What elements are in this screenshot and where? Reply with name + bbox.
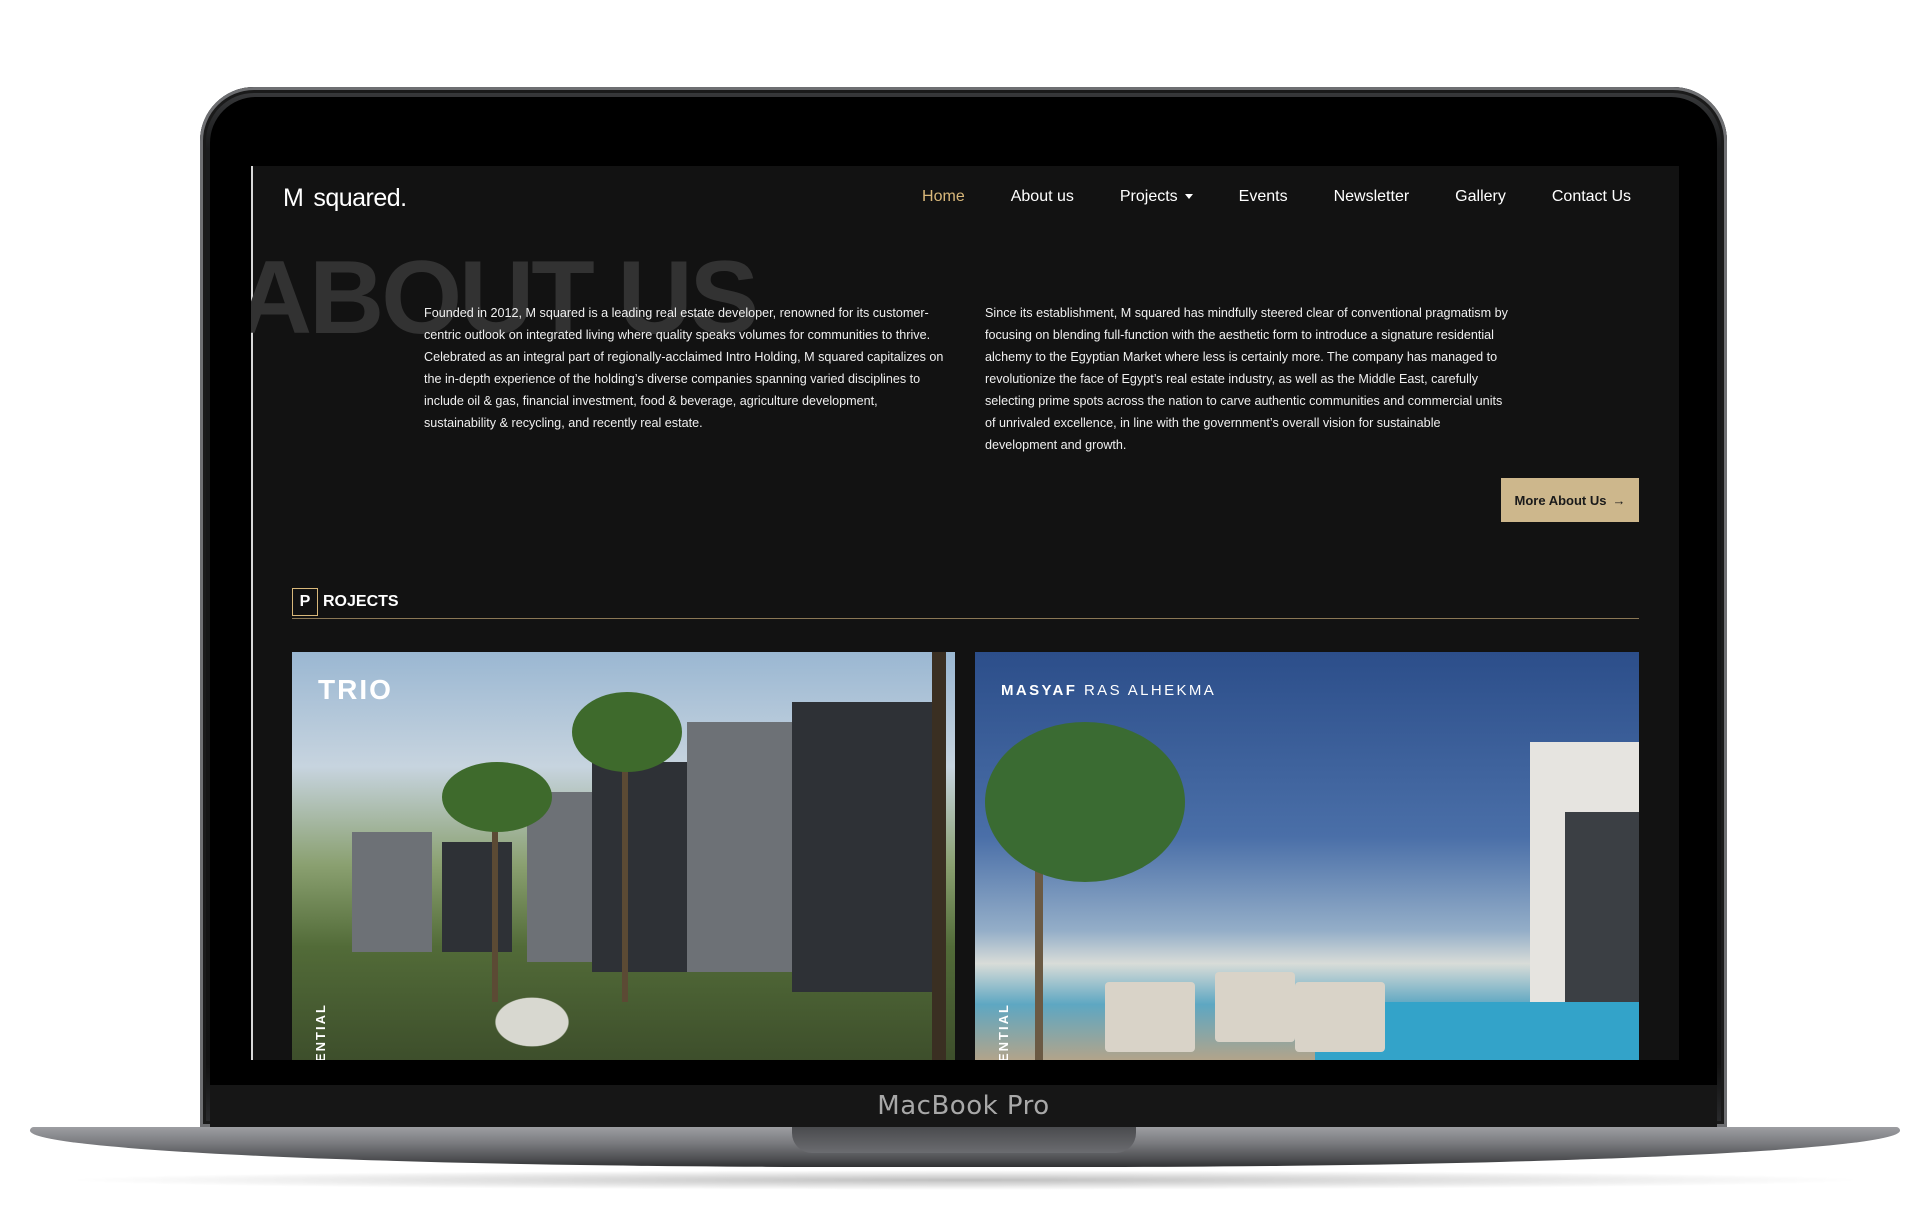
lounge-chair (1295, 982, 1385, 1052)
projects-label: ROJECTS (323, 593, 399, 610)
chevron-down-icon (1184, 194, 1193, 200)
device-label: MacBook Pro (877, 1091, 1050, 1121)
nav-events[interactable]: Events (1239, 188, 1288, 206)
main-nav: Home About us Projects Events Newsletter… (922, 188, 1631, 206)
masyaf-title-light: RAS ALHEKMA (1083, 682, 1217, 699)
palm-crown (442, 762, 552, 832)
project-card-masyaf[interactable]: MASYAF RAS ALHEKMA ENTIAL (975, 652, 1639, 1060)
projects-letter-box: P (292, 588, 318, 616)
laptop-notch (792, 1127, 1136, 1153)
about-paragraph-left: Founded in 2012, M squared is a leading … (424, 306, 944, 430)
tree-crown (985, 722, 1185, 882)
lounge-chair (1105, 982, 1195, 1052)
palm-crown (572, 692, 682, 772)
nav-home[interactable]: Home (922, 188, 965, 206)
trio-title: TRIO (318, 674, 393, 705)
arrow-right-icon: → (1612, 492, 1626, 508)
palm-trunk (492, 802, 498, 1002)
logo-m: M (283, 184, 304, 212)
masyaf-vertical-label: ENTIAL (996, 1003, 1011, 1060)
laptop-chin: MacBook Pro (210, 1085, 1717, 1127)
building-shape (792, 702, 932, 992)
project-card-trio[interactable]: TRIO ENTIAL (292, 652, 955, 1060)
nav-about-us[interactable]: About us (1011, 188, 1074, 206)
trio-vertical-label: ENTIAL (313, 1003, 328, 1060)
website-screen: Msquared. Home About us Projects Events … (251, 166, 1679, 1060)
more-about-us-button[interactable]: More About Us → (1501, 478, 1639, 522)
villa-window (1565, 812, 1639, 1022)
building-shape (592, 762, 702, 972)
projects-heading: P ROJECTS (292, 588, 399, 616)
nav-projects[interactable]: Projects (1120, 188, 1193, 206)
logo-text: squared. (313, 184, 407, 212)
projects-divider (292, 618, 1639, 619)
lounge-chair (1215, 972, 1295, 1042)
building-shape (352, 832, 432, 952)
more-about-us-label: More About Us (1514, 492, 1607, 508)
building-shape (687, 722, 807, 972)
nav-gallery[interactable]: Gallery (1455, 188, 1506, 206)
about-paragraph-right: Since its establishment, M squared has m… (985, 306, 1508, 452)
masyaf-title: MASYAF RAS ALHEKMA (1001, 682, 1216, 699)
nav-contact-us[interactable]: Contact Us (1552, 188, 1631, 206)
nav-newsletter[interactable]: Newsletter (1334, 188, 1410, 206)
nav-projects-label: Projects (1119, 188, 1178, 205)
palm-trunk (622, 742, 628, 1002)
tree-trunk (932, 652, 946, 1060)
laptop-shadow (60, 1170, 1870, 1190)
site-logo[interactable]: Msquared. (283, 184, 407, 213)
masyaf-title-bold: MASYAF (1001, 682, 1078, 699)
building-shape (442, 842, 512, 952)
